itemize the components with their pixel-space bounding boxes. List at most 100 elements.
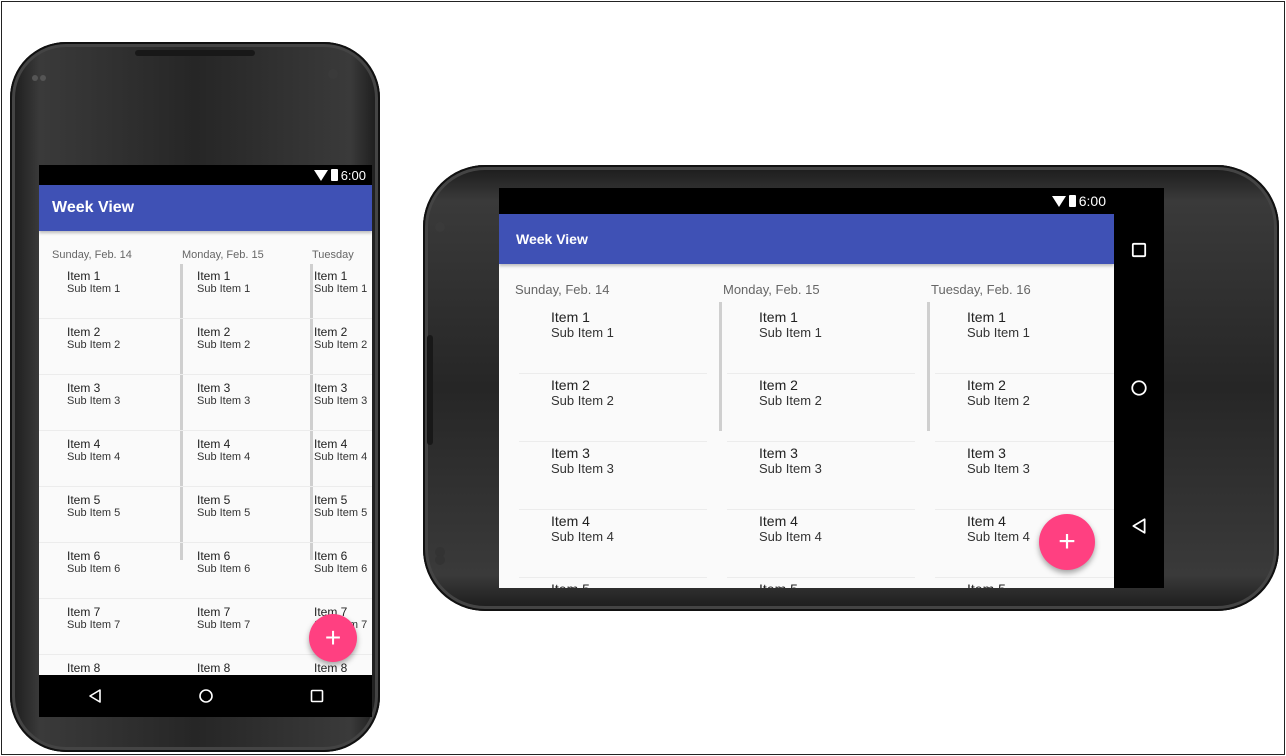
- item-title: Item 5: [67, 493, 101, 507]
- list-item[interactable]: Item 1 Sub Item 1: [935, 306, 1123, 374]
- list-item[interactable]: Item 7Sub Item 7: [39, 599, 169, 655]
- phone-sensor: [40, 75, 46, 81]
- item-title: Item 4: [551, 513, 590, 529]
- item-subtitle: Sub Item 2: [759, 393, 822, 408]
- battery-icon: [330, 169, 338, 181]
- back-button[interactable]: [83, 684, 107, 708]
- item-title: Item 1: [67, 269, 101, 283]
- app-bar: Week View: [499, 214, 1114, 264]
- list-item[interactable]: Item 4 Sub Item 4: [519, 510, 707, 578]
- item-title: Item 4: [67, 437, 101, 451]
- screen-portrait: 6:00 Week View Sunday, Feb. 14 Item 1 Sub …: [39, 165, 372, 717]
- list-item[interactable]: Item 4 Sub Item 4: [39, 431, 169, 487]
- list-item[interactable]: Item 3 Sub Item 3: [727, 442, 915, 510]
- item-subtitle: Sub Item 7: [67, 619, 121, 631]
- add-button[interactable]: +: [1039, 514, 1095, 570]
- list-item[interactable]: Item 2 Sub Item 2: [935, 374, 1123, 442]
- item-subtitle: Sub Item 5: [314, 507, 368, 519]
- list-item[interactable]: Item 1 Sub Item 1: [299, 263, 372, 319]
- recents-button[interactable]: [1127, 238, 1151, 262]
- item-subtitle: Sub Item 1: [551, 325, 614, 340]
- home-button[interactable]: [194, 684, 218, 708]
- day-column: Sunday, Feb. 14 Item 1 Sub Item 1 Item 2 Sub…: [39, 231, 183, 711]
- day-column: Sunday, Feb. 14 Item 1 Sub Item 1 Item 2 Sub…: [499, 264, 722, 588]
- list-item[interactable]: Item 4 Sub Item 4: [299, 431, 372, 487]
- list-item[interactable]: Item 1 Sub Item 1: [727, 306, 915, 374]
- list-item[interactable]: Item 3 Sub Item 3: [39, 375, 169, 431]
- item-title: Item 1: [759, 309, 798, 325]
- list-item[interactable]: Item 3 Sub Item 3: [519, 442, 707, 510]
- item-title: Item 5: [967, 581, 1123, 588]
- navigation-bar: [1114, 188, 1164, 588]
- status-bar: 6:00: [39, 165, 372, 185]
- item-subtitle: Sub Item 4: [551, 529, 614, 544]
- list-item[interactable]: Item 2 Sub Item 2: [39, 319, 169, 375]
- status-time: 6:00: [1078, 193, 1106, 209]
- phone-sensor: [435, 555, 445, 565]
- item-subtitle: Sub Item 5: [197, 507, 251, 519]
- item-subtitle: Sub Item 6: [197, 563, 251, 575]
- item-title: Item 4: [314, 437, 348, 451]
- list-item[interactable]: Item 5Sub Item 5: [519, 578, 707, 588]
- phone-portrait: 6:00 Week View Sunday, Feb. 14 Item 1 Sub …: [10, 42, 380, 752]
- list-item[interactable]: Item 3 Sub Item 3: [299, 375, 372, 431]
- list-item[interactable]: Item 1 Sub Item 1: [519, 306, 707, 374]
- list-item[interactable]: Item 6 Sub Item 6: [169, 543, 299, 599]
- list-item[interactable]: Item 5Sub Item 5: [169, 487, 299, 543]
- list-item[interactable]: Item 3 Sub Item 3: [169, 375, 299, 431]
- week-grid: Sunday, Feb. 14 Item 1 Sub Item 1 Item 2 Sub…: [499, 264, 1123, 588]
- home-button[interactable]: [1127, 376, 1151, 400]
- item-subtitle: Sub Item 1: [67, 283, 121, 295]
- item-subtitle: Sub Item 1: [314, 283, 368, 295]
- add-button[interactable]: +: [309, 614, 357, 662]
- item-title: Item 2: [551, 377, 590, 393]
- list-item[interactable]: Item 7Sub Item 7: [169, 599, 299, 655]
- item-subtitle: Sub Item 3: [551, 461, 614, 476]
- list-item[interactable]: Item 2 Sub Item 2: [727, 374, 915, 442]
- list-item[interactable]: Item 2 Sub Item 2: [169, 319, 299, 375]
- list-item[interactable]: Item 5Sub Item 5: [727, 578, 915, 588]
- item-subtitle: Sub Item 4: [314, 451, 368, 463]
- list-item[interactable]: Item 5Sub Item 5: [935, 578, 1123, 588]
- item-subtitle: Sub Item 4: [759, 529, 822, 544]
- list-item[interactable]: Item 1 Sub Item 1: [39, 263, 169, 319]
- list-item[interactable]: Item 2 Sub Item 2: [299, 319, 372, 375]
- item-title: Item 8: [67, 661, 101, 675]
- list-item[interactable]: Item 4 Sub Item 4: [169, 431, 299, 487]
- list-item[interactable]: Item 5Sub Item 5: [299, 487, 372, 543]
- back-button[interactable]: [1127, 514, 1151, 538]
- day-header: Monday, Feb. 15: [723, 282, 820, 297]
- list-item[interactable]: Item 4 Sub Item 4: [727, 510, 915, 578]
- item-title: Item 3: [551, 445, 590, 461]
- wifi-icon: [313, 169, 328, 181]
- item-title: Item 2: [967, 377, 1006, 393]
- item-title: Item 2: [197, 325, 231, 339]
- day-header: Monday, Feb. 15: [182, 249, 264, 261]
- item-subtitle: Sub Item 2: [197, 339, 251, 351]
- item-title: Item 3: [314, 381, 348, 395]
- list-item[interactable]: Item 5Sub Item 5: [39, 487, 169, 543]
- day-header: Sunday, Feb. 14: [515, 282, 610, 297]
- item-title: Item 4: [759, 513, 798, 529]
- add-icon: +: [324, 622, 342, 653]
- list-item[interactable]: Item 6 Sub Item 6: [39, 543, 169, 599]
- screen-landscape: 6:00 Week View Sunday, Feb. 14 Item 1 Sub …: [499, 188, 1164, 588]
- list-item[interactable]: Item 2 Sub Item 2: [519, 374, 707, 442]
- recents-button[interactable]: [305, 684, 329, 708]
- item-title: Item 6: [314, 549, 348, 563]
- add-icon: +: [1058, 525, 1076, 558]
- item-title: Item 3: [967, 445, 1006, 461]
- item-subtitle: Sub Item 2: [551, 393, 614, 408]
- item-subtitle: Sub Item 2: [67, 339, 121, 351]
- item-title: Item 3: [759, 445, 798, 461]
- list-item[interactable]: Item 6 Sub Item 6: [299, 543, 372, 599]
- item-title: Item 6: [67, 549, 101, 563]
- item-title: Item 7: [67, 605, 101, 619]
- list-item[interactable]: Item 3 Sub Item 3: [935, 442, 1123, 510]
- item-subtitle: Sub Item 3: [314, 395, 368, 407]
- item-title: Item 2: [67, 325, 101, 339]
- item-subtitle: Sub Item 5: [67, 507, 121, 519]
- item-subtitle: Sub Item 1: [197, 283, 251, 295]
- item-subtitle: Sub Item 1: [967, 325, 1030, 340]
- list-item[interactable]: Item 1 Sub Item 1: [169, 263, 299, 319]
